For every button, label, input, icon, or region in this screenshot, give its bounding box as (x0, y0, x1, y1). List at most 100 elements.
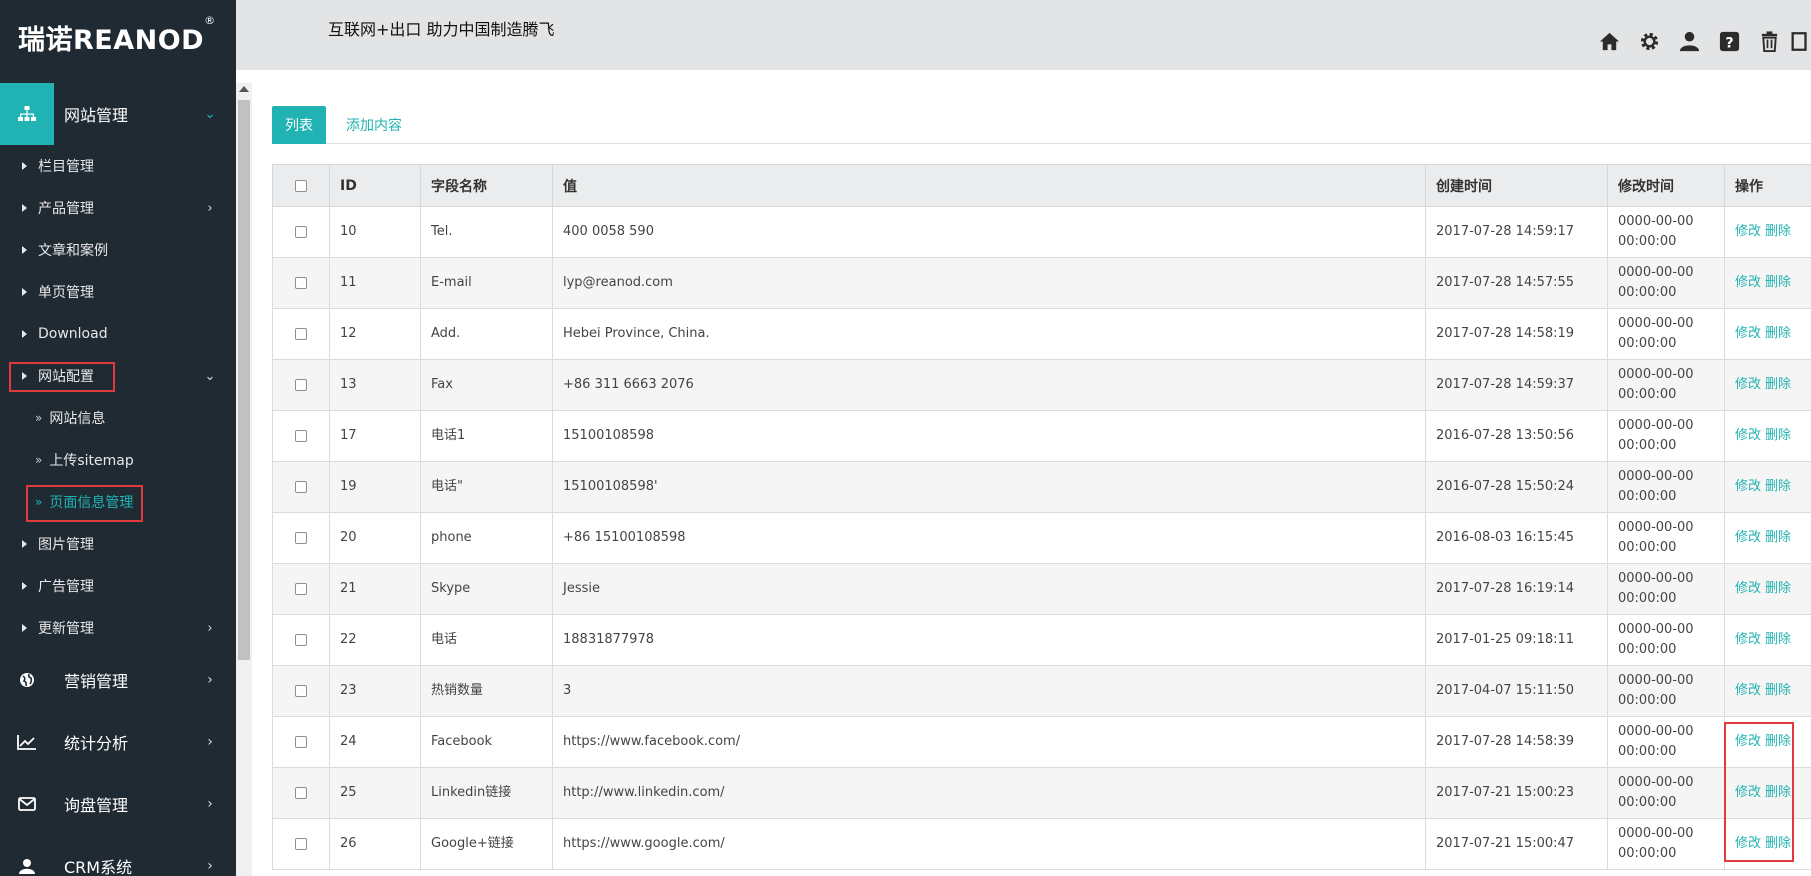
edit-link[interactable]: 修改 (1735, 530, 1761, 545)
row-checkbox-cell[interactable] (272, 665, 330, 717)
row-checkbox-cell[interactable] (272, 257, 330, 309)
exit-icon[interactable] (1789, 26, 1811, 56)
home-icon[interactable] (1589, 26, 1629, 56)
sidebar-section-inquiry[interactable]: 询盘管理 › (0, 773, 236, 835)
row-checkbox-cell[interactable] (272, 206, 330, 258)
row-checkbox-cell[interactable] (272, 308, 330, 360)
highlight-box-ops (1724, 722, 1794, 862)
row-checkbox[interactable] (295, 582, 307, 595)
settings-icon[interactable] (1629, 26, 1669, 56)
cell-created: 2016-08-03 16:15:45 (1425, 512, 1608, 564)
sidebar-item-updates[interactable]: 更新管理 › (0, 607, 236, 649)
sidebar-subitem-sitemap[interactable]: » 上传sitemap (0, 439, 236, 481)
edit-link[interactable]: 修改 (1735, 428, 1761, 443)
cell-created: 2017-07-28 16:19:14 (1425, 563, 1608, 615)
row-checkbox[interactable] (295, 225, 307, 238)
sidebar-section-label: CRM系统 (64, 858, 133, 876)
cell-field: Linkedin链接 (420, 767, 553, 819)
edit-link[interactable]: 修改 (1735, 275, 1761, 290)
sidebar-item-download[interactable]: Download (0, 313, 236, 355)
row-checkbox[interactable] (295, 684, 307, 697)
row-checkbox-cell[interactable] (272, 716, 330, 768)
cell-id: 25 (329, 767, 421, 819)
sidebar-section-label: 营销管理 (64, 672, 129, 691)
row-checkbox[interactable] (295, 276, 307, 289)
trash-icon[interactable] (1749, 26, 1789, 56)
row-checkbox[interactable] (295, 378, 307, 391)
tab-list[interactable]: 列表 (272, 106, 326, 144)
sidebar-item-label: 单页管理 (38, 285, 94, 301)
delete-link[interactable]: 删除 (1765, 224, 1791, 239)
select-all-checkbox[interactable] (272, 164, 330, 207)
cell-value: 18831877978 (552, 614, 1426, 666)
row-checkbox-cell[interactable] (272, 818, 330, 870)
sidebar-section-site[interactable]: 网站管理 ⌄ (0, 83, 236, 145)
checkbox-icon[interactable] (295, 179, 307, 192)
sidebar-item-label: Download (38, 326, 108, 342)
row-checkbox-cell[interactable] (272, 461, 330, 513)
sidebar-section-stats[interactable]: 统计分析 › (0, 711, 236, 773)
edit-link[interactable]: 修改 (1735, 632, 1761, 647)
double-chevron-icon: » (35, 453, 43, 467)
edit-link[interactable]: 修改 (1735, 377, 1761, 392)
delete-link[interactable]: 删除 (1765, 479, 1791, 494)
delete-link[interactable]: 删除 (1765, 632, 1791, 647)
delete-link[interactable]: 删除 (1765, 581, 1791, 596)
chevron-right-icon: › (207, 858, 213, 874)
sidebar-subitem-site-info[interactable]: » 网站信息 (0, 397, 236, 439)
sidebar-item-label: 更新管理 (38, 621, 94, 637)
globe-icon (0, 649, 54, 711)
caret-right-icon (22, 246, 27, 254)
sidebar-item-images[interactable]: 图片管理 (0, 523, 236, 565)
row-checkbox-cell[interactable] (272, 563, 330, 615)
sidebar-scrollbar-thumb[interactable] (238, 100, 250, 660)
sidebar-item-pages[interactable]: 单页管理 (0, 271, 236, 313)
cell-id: 10 (329, 206, 421, 258)
row-checkbox-cell[interactable] (272, 512, 330, 564)
column-header-field: 字段名称 (420, 164, 553, 207)
edit-link[interactable]: 修改 (1735, 326, 1761, 341)
caret-right-icon (22, 330, 27, 338)
row-checkbox[interactable] (295, 327, 307, 340)
row-checkbox[interactable] (295, 735, 307, 748)
row-checkbox[interactable] (295, 633, 307, 646)
row-checkbox-cell[interactable] (272, 614, 330, 666)
header-slogan: 互联网+出口 助力中国制造腾飞 (328, 20, 555, 39)
sidebar-item-ads[interactable]: 广告管理 (0, 565, 236, 607)
delete-link[interactable]: 删除 (1765, 377, 1791, 392)
delete-link[interactable]: 删除 (1765, 275, 1791, 290)
row-checkbox-cell[interactable] (272, 359, 330, 411)
cell-modified: 0000-00-00 00:00:00 (1607, 410, 1725, 462)
scroll-up-arrow-icon[interactable] (239, 86, 249, 92)
row-checkbox[interactable] (295, 786, 307, 799)
cell-value: lyp@reanod.com (552, 257, 1426, 309)
row-checkbox-cell[interactable] (272, 767, 330, 819)
row-checkbox[interactable] (295, 837, 307, 850)
edit-link[interactable]: 修改 (1735, 683, 1761, 698)
sidebar-item-columns[interactable]: 栏目管理 (0, 145, 236, 187)
help-icon[interactable]: ? (1709, 26, 1749, 56)
row-checkbox[interactable] (295, 429, 307, 442)
row-checkbox-cell[interactable] (272, 410, 330, 462)
table-row: 24 Facebook https://www.facebook.com/ 20… (272, 716, 1811, 768)
delete-link[interactable]: 删除 (1765, 530, 1791, 545)
sidebar-item-articles[interactable]: 文章和案例 (0, 229, 236, 271)
row-checkbox[interactable] (295, 480, 307, 493)
sidebar-section-crm[interactable]: CRM系统 › (0, 835, 236, 876)
delete-link[interactable]: 删除 (1765, 683, 1791, 698)
sidebar-item-label: 产品管理 (38, 201, 94, 217)
edit-link[interactable]: 修改 (1735, 224, 1761, 239)
cell-id: 24 (329, 716, 421, 768)
sidebar-section-marketing[interactable]: 营销管理 › (0, 649, 236, 711)
user-icon[interactable] (1669, 26, 1709, 56)
edit-link[interactable]: 修改 (1735, 581, 1761, 596)
row-checkbox[interactable] (295, 531, 307, 544)
top-header: 互联网+出口 助力中国制造腾飞 ? (236, 0, 1811, 70)
delete-link[interactable]: 删除 (1765, 428, 1791, 443)
cell-id: 12 (329, 308, 421, 360)
edit-link[interactable]: 修改 (1735, 479, 1761, 494)
sidebar-item-products[interactable]: 产品管理 › (0, 187, 236, 229)
delete-link[interactable]: 删除 (1765, 326, 1791, 341)
caret-right-icon (22, 162, 27, 170)
tab-add-content[interactable]: 添加内容 (326, 106, 422, 144)
